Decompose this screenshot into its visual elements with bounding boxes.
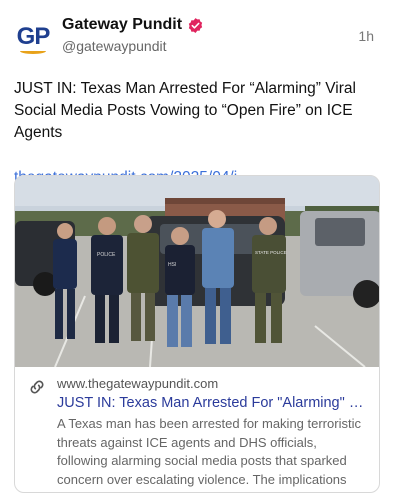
police-label: POLICE: [97, 252, 116, 258]
post-header: GP Gateway Pundit @gatewaypundit 1h: [14, 14, 378, 64]
post: GP Gateway Pundit @gatewaypundit 1h JUST…: [0, 0, 394, 500]
state-police-label: STATE POLICE: [255, 250, 287, 255]
card-title[interactable]: JUST IN: Texas Man Arrested For "Alarmin…: [57, 394, 367, 413]
avatar-logo-text: GP: [16, 23, 51, 50]
hsi-label: HSI: [168, 262, 176, 268]
card-meta: www.thegatewaypundit.com JUST IN: Texas …: [15, 367, 379, 492]
card-domain: www.thegatewaypundit.com: [57, 376, 219, 391]
post-text: JUST IN: Texas Man Arrested For “Alarmin…: [14, 80, 356, 141]
avatar-swoosh: [20, 48, 46, 54]
card-description: A Texas man has been arrested for making…: [57, 416, 361, 492]
display-name[interactable]: Gateway Pundit: [62, 16, 182, 34]
verified-badge-icon: [188, 17, 203, 33]
card-image: POLICE HSI STATE POLICE: [15, 176, 379, 367]
link-preview-card[interactable]: POLICE HSI STATE POLICE www.thegatewaypu…: [14, 175, 380, 493]
avatar[interactable]: GP: [14, 18, 52, 56]
author-block: Gateway Pundit @gatewaypundit: [62, 14, 358, 54]
card-text: www.thegatewaypundit.com JUST IN: Texas …: [57, 376, 367, 492]
timestamp[interactable]: 1h: [358, 28, 374, 44]
link-icon: [30, 380, 44, 394]
handle[interactable]: @gatewaypundit: [62, 38, 358, 54]
